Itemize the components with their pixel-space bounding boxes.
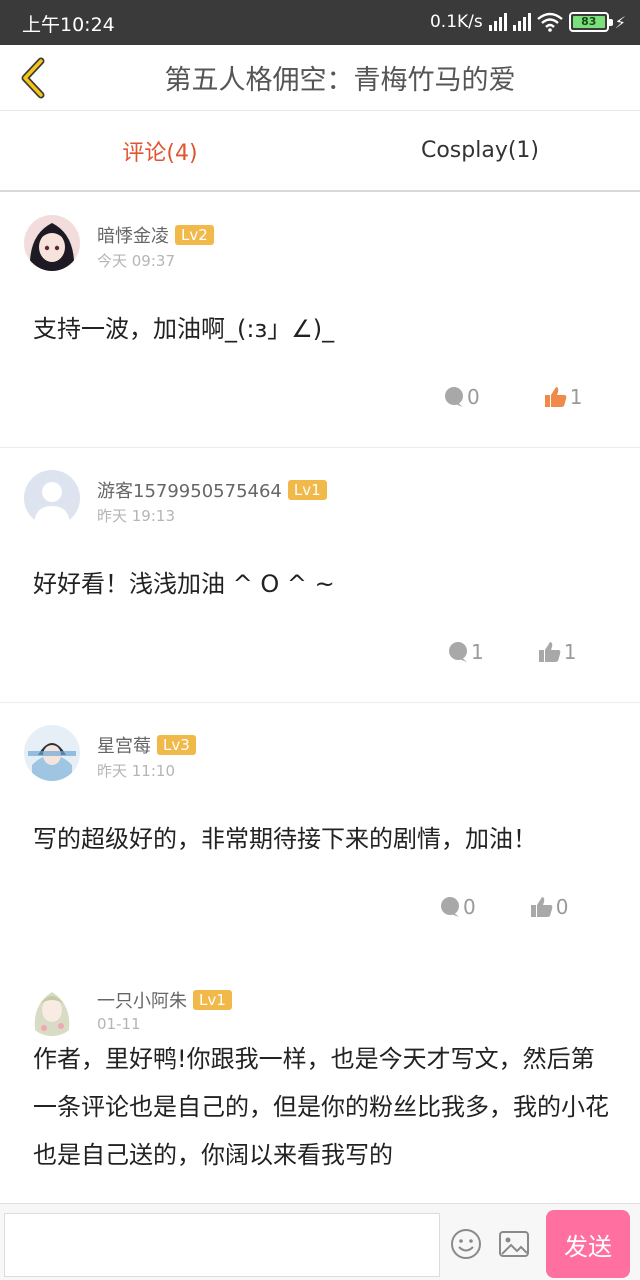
reply-button[interactable]: 0 (443, 385, 480, 409)
status-indicators: 0.1K/s 83 ⚡ (430, 10, 626, 34)
comment-actions: 0 0 (439, 895, 568, 919)
username[interactable]: 星宫莓 (97, 732, 151, 758)
like-count: 1 (569, 385, 583, 409)
reply-button[interactable]: 0 (439, 895, 476, 919)
battery-icon: 83 (568, 12, 613, 32)
username-row: 星宫莓 Lv3 (97, 732, 196, 758)
battery-level: 83 (572, 16, 605, 28)
comment-time: 今天 09:37 (97, 252, 175, 270)
back-button[interactable] (8, 53, 58, 103)
like-count: 0 (555, 895, 569, 919)
comment-time: 01-11 (97, 1015, 141, 1033)
comment-text: 作者，里好鸭!你跟我一样，也是今天才写文，然后第一条评论也是自己的，但是你的粉丝… (33, 1045, 609, 1169)
comment-bubble-icon (445, 387, 463, 407)
comment-text: 写的超级好的，非常期待接下来的剧情，加油！ (33, 825, 537, 853)
username[interactable]: 暗悸金凌 (97, 222, 169, 248)
comment-time: 昨天 11:10 (97, 762, 175, 780)
comment-input[interactable] (4, 1213, 440, 1277)
avatar[interactable] (24, 725, 80, 781)
avatar[interactable] (24, 215, 80, 271)
reply-count: 1 (471, 640, 484, 664)
thumbs-up-icon (544, 387, 567, 407)
thumbs-up-icon (530, 897, 553, 917)
tab-comments[interactable]: 评论(4) (0, 111, 320, 190)
charging-icon: ⚡ (614, 12, 626, 32)
username[interactable]: 一只小阿朱 (97, 987, 187, 1013)
comment-item: 星宫莓 Lv3 昨天 11:10 写的超级好的，非常期待接下来的剧情，加油！ 0… (0, 703, 640, 958)
avatar[interactable] (24, 980, 80, 1036)
header: 第五人格佣空：青梅竹马的爱 (0, 45, 640, 111)
thumbs-up-icon (538, 642, 561, 662)
username-row: 一只小阿朱 Lv1 (97, 987, 232, 1013)
comment-bubble-icon (449, 642, 467, 662)
username-row: 游客1579950575464 Lv1 (97, 477, 327, 503)
comment-item: 游客1579950575464 Lv1 昨天 19:13 好好看！浅浅加油 ^ … (0, 448, 640, 703)
comment-list[interactable]: 暗悸金凌 Lv2 今天 09:37 支持一波，加油啊_(:з」∠)_ 0 1 游… (0, 193, 640, 1203)
send-button[interactable]: 发送 (546, 1210, 630, 1278)
emoji-icon[interactable] (450, 1228, 482, 1260)
status-time: 上午10:24 (22, 14, 115, 36)
signal-icon (488, 13, 507, 31)
reply-button[interactable]: 1 (447, 640, 484, 664)
network-speed: 0.1K/s (429, 12, 483, 32)
status-bar: 上午10:24 0.1K/s 83 ⚡ (0, 0, 640, 45)
comment-actions: 1 1 (447, 640, 576, 664)
comment-actions: 0 1 (443, 385, 582, 409)
comment-item: 暗悸金凌 Lv2 今天 09:37 支持一波，加油啊_(:з」∠)_ 0 1 (0, 193, 640, 448)
page-title: 第五人格佣空：青梅竹马的爱 (164, 65, 516, 96)
like-button[interactable]: 0 (530, 895, 569, 919)
like-button[interactable]: 1 (538, 640, 577, 664)
comment-input-bar: 发送 (0, 1203, 640, 1280)
image-icon[interactable] (498, 1230, 530, 1258)
avatar[interactable] (24, 470, 80, 526)
comment-bubble-icon (441, 897, 459, 917)
level-badge: Lv1 (193, 990, 232, 1010)
comment-time: 昨天 19:13 (97, 507, 175, 525)
level-badge: Lv1 (287, 480, 327, 500)
comment-item: 一只小阿朱 Lv1 01-11 作者，里好鸭!你跟我一样，也是今天才写文，然后第… (0, 958, 640, 1203)
comment-text: 好好看！浅浅加油 ^ O ^ ~ (33, 570, 335, 598)
like-count: 1 (563, 640, 577, 664)
tab-bar: 评论(4) Cosplay(1) (0, 111, 640, 192)
level-badge: Lv2 (175, 225, 214, 245)
level-badge: Lv3 (157, 735, 196, 755)
signal-icon-2 (512, 13, 531, 31)
wifi-icon (536, 12, 563, 32)
username[interactable]: 游客1579950575464 (97, 477, 282, 503)
chevron-left-icon (21, 57, 45, 99)
like-button[interactable]: 1 (544, 385, 583, 409)
reply-count: 0 (463, 895, 476, 919)
comment-text: 支持一波，加油啊_(:з」∠)_ (33, 315, 335, 343)
username-row: 暗悸金凌 Lv2 (97, 222, 214, 248)
reply-count: 0 (467, 385, 480, 409)
tab-cosplay[interactable]: Cosplay(1) (320, 111, 640, 190)
